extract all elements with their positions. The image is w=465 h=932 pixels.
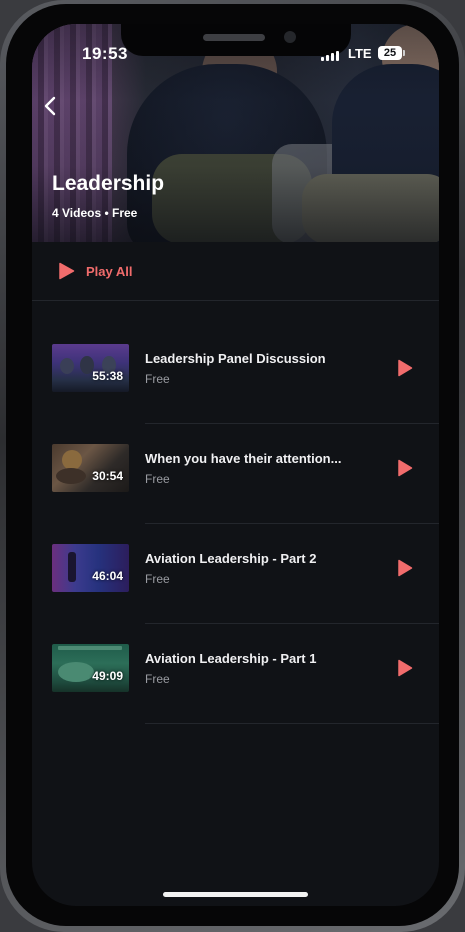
video-title: When you have their attention... <box>145 451 342 466</box>
page-subtitle: 4 Videos • Free <box>52 206 138 220</box>
page-title: Leadership <box>52 172 165 195</box>
video-price: Free <box>145 672 170 686</box>
video-price: Free <box>145 572 170 586</box>
network-type: LTE <box>348 46 372 61</box>
video-item[interactable]: 30:54 When you have their attention... F… <box>32 424 439 524</box>
play-icon[interactable] <box>397 359 413 377</box>
video-price: Free <box>145 372 170 386</box>
divider <box>32 300 439 301</box>
video-title: Leadership Panel Discussion <box>145 351 326 366</box>
play-all-button[interactable]: Play All <box>58 260 132 282</box>
video-thumbnail: 46:04 <box>52 544 129 592</box>
video-duration: 30:54 <box>92 469 123 483</box>
video-thumbnail: 30:54 <box>52 444 129 492</box>
home-indicator[interactable] <box>163 892 308 897</box>
video-item[interactable]: 49:09 Aviation Leadership - Part 1 Free <box>32 624 439 724</box>
play-icon <box>59 262 75 280</box>
play-icon[interactable] <box>397 659 413 677</box>
video-thumbnail: 55:38 <box>52 344 129 392</box>
video-duration: 49:09 <box>92 669 123 683</box>
screen: 19:53 LTE 25 Leadership 4 Videos • Free … <box>32 24 439 906</box>
video-duration: 46:04 <box>92 569 123 583</box>
video-thumbnail: 49:09 <box>52 644 129 692</box>
chevron-left-icon <box>44 96 56 116</box>
status-bar: 19:53 LTE 25 <box>32 24 439 80</box>
signal-icon <box>321 51 341 61</box>
battery-icon: 25 <box>378 46 405 60</box>
divider <box>145 723 439 724</box>
status-time: 19:53 <box>82 44 128 63</box>
back-button[interactable] <box>38 92 66 122</box>
video-price: Free <box>145 472 170 486</box>
video-title: Aviation Leadership - Part 2 <box>145 551 317 566</box>
play-icon[interactable] <box>397 559 413 577</box>
video-duration: 55:38 <box>92 369 123 383</box>
play-all-label: Play All <box>86 263 133 279</box>
video-title: Aviation Leadership - Part 1 <box>145 651 317 666</box>
video-item[interactable]: 55:38 Leadership Panel Discussion Free <box>32 324 439 424</box>
video-item[interactable]: 46:04 Aviation Leadership - Part 2 Free <box>32 524 439 624</box>
play-icon[interactable] <box>397 459 413 477</box>
